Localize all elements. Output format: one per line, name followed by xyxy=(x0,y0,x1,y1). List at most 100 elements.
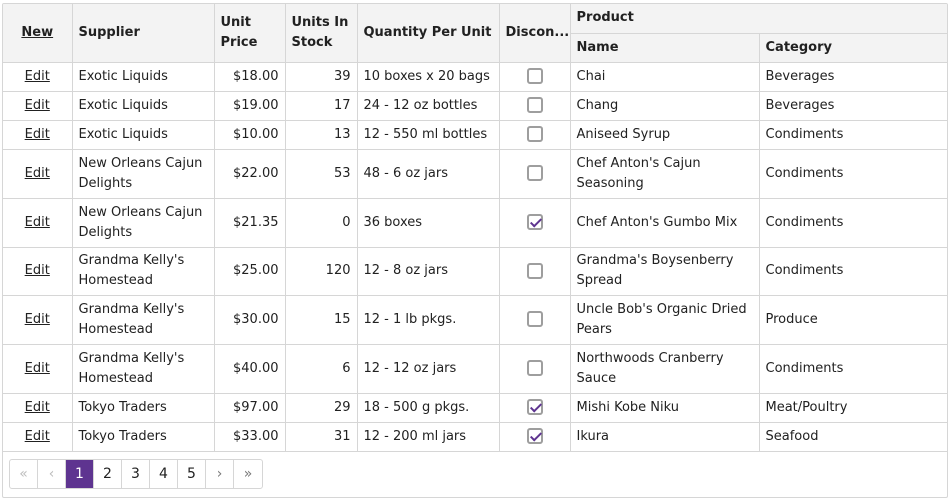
supplier-cell[interactable]: Grandma Kelly's Homestead xyxy=(72,344,215,394)
checkbox-checked[interactable] xyxy=(526,214,543,230)
category-cell[interactable]: Seafood xyxy=(759,422,947,452)
edit-button[interactable]: Edit xyxy=(25,312,50,327)
unit-price-cell[interactable]: $10.00 xyxy=(214,120,286,150)
units-in-stock-cell[interactable]: 120 xyxy=(285,247,358,296)
quantity-per-unit-cell[interactable]: 10 boxes x 20 bags xyxy=(357,62,500,92)
units-in-stock-cell[interactable]: 15 xyxy=(285,295,358,345)
unit-price-cell[interactable]: $33.00 xyxy=(214,422,286,452)
header-supplier[interactable]: Supplier xyxy=(72,4,215,63)
supplier-cell[interactable]: New Orleans Cajun Delights xyxy=(72,198,215,248)
quantity-per-unit-cell[interactable]: 12 - 1 lb pkgs. xyxy=(357,295,500,345)
checkbox-unchecked[interactable] xyxy=(526,68,543,84)
product-name-cell[interactable]: Chai xyxy=(570,62,760,92)
unit-price-cell[interactable]: $21.35 xyxy=(214,198,286,248)
edit-button[interactable]: Edit xyxy=(25,166,50,181)
unit-price-cell[interactable]: $97.00 xyxy=(214,393,286,423)
product-name-cell[interactable]: Grandma's Boysenberry Spread xyxy=(570,247,760,296)
units-in-stock-cell[interactable]: 17 xyxy=(285,91,358,121)
category-cell[interactable]: Meat/Poultry xyxy=(759,393,947,423)
edit-button[interactable]: Edit xyxy=(25,69,50,84)
quantity-per-unit-cell[interactable]: 12 - 12 oz jars xyxy=(357,344,500,394)
checkbox-unchecked[interactable] xyxy=(526,97,543,113)
category-cell[interactable]: Condiments xyxy=(759,198,947,248)
supplier-cell[interactable]: Exotic Liquids xyxy=(72,91,215,121)
product-name-cell[interactable]: Chang xyxy=(570,91,760,121)
page-button-4[interactable]: 4 xyxy=(150,460,178,488)
units-in-stock-cell[interactable]: 6 xyxy=(285,344,358,394)
supplier-cell[interactable]: Grandma Kelly's Homestead xyxy=(72,295,215,345)
quantity-per-unit-cell[interactable]: 12 - 200 ml jars xyxy=(357,422,500,452)
category-cell[interactable]: Condiments xyxy=(759,120,947,150)
checkbox-checked[interactable] xyxy=(526,428,543,444)
supplier-cell[interactable]: New Orleans Cajun Delights xyxy=(72,149,215,199)
unit-price-cell[interactable]: $18.00 xyxy=(214,62,286,92)
units-in-stock-cell[interactable]: 31 xyxy=(285,422,358,452)
quantity-per-unit-cell[interactable]: 18 - 500 g pkgs. xyxy=(357,393,500,423)
checkbox-unchecked[interactable] xyxy=(526,360,543,376)
quantity-per-unit-cell[interactable]: 36 boxes xyxy=(357,198,500,248)
product-name-cell[interactable]: Ikura xyxy=(570,422,760,452)
header-quantity-per-unit[interactable]: Quantity Per Unit xyxy=(357,4,500,63)
supplier-cell[interactable]: Tokyo Traders xyxy=(72,393,215,423)
supplier-cell[interactable]: Grandma Kelly's Homestead xyxy=(72,247,215,296)
product-name-cell[interactable]: Aniseed Syrup xyxy=(570,120,760,150)
new-button[interactable]: New xyxy=(21,25,53,40)
page-button-5[interactable]: 5 xyxy=(178,460,206,488)
checkbox-checked[interactable] xyxy=(526,399,543,415)
supplier-cell[interactable]: Exotic Liquids xyxy=(72,62,215,92)
supplier-cell[interactable]: Tokyo Traders xyxy=(72,422,215,452)
category-cell[interactable]: Beverages xyxy=(759,91,947,121)
category-cell[interactable]: Produce xyxy=(759,295,947,345)
category-cell[interactable]: Beverages xyxy=(759,62,947,92)
quantity-per-unit-cell[interactable]: 48 - 6 oz jars xyxy=(357,149,500,199)
units-in-stock-cell[interactable]: 0 xyxy=(285,198,358,248)
edit-button[interactable]: Edit xyxy=(25,361,50,376)
first-page-button[interactable]: « xyxy=(10,460,38,488)
header-units-in-stock[interactable]: Units In Stock xyxy=(285,4,358,63)
command-cell: Edit xyxy=(3,422,73,452)
edit-button[interactable]: Edit xyxy=(25,429,50,444)
edit-button[interactable]: Edit xyxy=(25,400,50,415)
units-in-stock-cell[interactable]: 53 xyxy=(285,149,358,199)
units-in-stock-cell[interactable]: 13 xyxy=(285,120,358,150)
category-cell[interactable]: Condiments xyxy=(759,247,947,296)
checkbox-unchecked[interactable] xyxy=(526,262,543,279)
quantity-per-unit-cell[interactable]: 12 - 8 oz jars xyxy=(357,247,500,296)
page-button-3[interactable]: 3 xyxy=(122,460,150,488)
prev-page-button[interactable]: ‹ xyxy=(38,460,66,488)
unit-price-cell[interactable]: $40.00 xyxy=(214,344,286,394)
header-unit-price[interactable]: Unit Price xyxy=(214,4,286,63)
unit-price-cell[interactable]: $19.00 xyxy=(214,91,286,121)
product-name-cell[interactable]: Northwoods Cranberry Sauce xyxy=(570,344,760,394)
supplier-cell[interactable]: Exotic Liquids xyxy=(72,120,215,150)
page-button-2[interactable]: 2 xyxy=(94,460,122,488)
unit-price-cell[interactable]: $25.00 xyxy=(214,247,286,296)
checkbox-unchecked[interactable] xyxy=(526,165,543,181)
chevron-right-icon: › xyxy=(216,466,223,482)
header-category[interactable]: Category xyxy=(759,33,947,63)
checkbox-unchecked[interactable] xyxy=(526,311,543,327)
edit-button[interactable]: Edit xyxy=(25,127,50,142)
category-cell[interactable]: Condiments xyxy=(759,149,947,199)
edit-button[interactable]: Edit xyxy=(25,215,50,230)
category-cell[interactable]: Condiments xyxy=(759,344,947,394)
units-in-stock-cell[interactable]: 29 xyxy=(285,393,358,423)
edit-button[interactable]: Edit xyxy=(25,98,50,113)
last-page-button[interactable]: » xyxy=(234,460,262,488)
next-page-button[interactable]: › xyxy=(206,460,234,488)
units-in-stock-cell[interactable]: 39 xyxy=(285,62,358,92)
header-name[interactable]: Name xyxy=(570,33,760,63)
grid-table: New Supplier Unit Price Units In Stock Q… xyxy=(3,4,947,452)
product-name-cell[interactable]: Uncle Bob's Organic Dried Pears xyxy=(570,295,760,345)
product-name-cell[interactable]: Mishi Kobe Niku xyxy=(570,393,760,423)
quantity-per-unit-cell[interactable]: 12 - 550 ml bottles xyxy=(357,120,500,150)
unit-price-cell[interactable]: $22.00 xyxy=(214,149,286,199)
unit-price-cell[interactable]: $30.00 xyxy=(214,295,286,345)
product-name-cell[interactable]: Chef Anton's Gumbo Mix xyxy=(570,198,760,248)
product-name-cell[interactable]: Chef Anton's Cajun Seasoning xyxy=(570,149,760,199)
checkbox-unchecked[interactable] xyxy=(526,126,543,142)
edit-button[interactable]: Edit xyxy=(25,263,50,278)
header-discontinued[interactable]: Discon... xyxy=(499,4,571,63)
quantity-per-unit-cell[interactable]: 24 - 12 oz bottles xyxy=(357,91,500,121)
page-button-1[interactable]: 1 xyxy=(66,460,94,488)
